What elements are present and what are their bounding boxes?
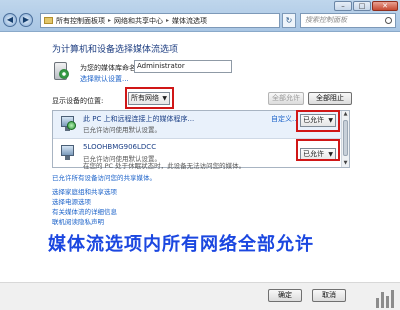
forward-button[interactable]: ▶ bbox=[19, 13, 33, 27]
highlight-box bbox=[296, 110, 340, 132]
allow-all-button[interactable]: 全部允许 bbox=[268, 92, 304, 105]
title-address-bar: – □ ✕ ◀ ▶ 所有控制面板项 ▸ 网络和共享中心 ▸ 媒体流选项 ↻ 搜索… bbox=[0, 0, 400, 32]
watermark-logo bbox=[374, 288, 396, 308]
breadcrumb-separator: ▸ bbox=[108, 17, 112, 24]
highlight-box bbox=[125, 87, 174, 109]
device-sleep-note: 在您的 PC 处于休眠状态时，此设备无法访问您的媒体。 bbox=[83, 162, 246, 170]
address-bar[interactable]: 所有控制面板项 ▸ 网络和共享中心 ▸ 媒体流选项 bbox=[40, 13, 280, 28]
related-links: 选择家庭组和共享选项 选择电源选项 有关媒体流的详细信息 联机阅读隐私声明 bbox=[52, 187, 117, 227]
library-name-field[interactable]: Administrator bbox=[134, 60, 232, 73]
search-icon bbox=[385, 17, 392, 24]
device-name: 5LOOHBMG906LDCC bbox=[83, 143, 157, 151]
overlay-caption: 媒体流选项内所有网络全部允许 bbox=[48, 234, 314, 255]
scrollbar-thumb[interactable] bbox=[343, 120, 348, 156]
scroll-up-icon[interactable]: ▲ bbox=[342, 111, 349, 118]
maximize-button[interactable]: □ bbox=[353, 1, 371, 11]
breadcrumb-separator: ▸ bbox=[166, 17, 170, 24]
window-controls: – □ ✕ bbox=[333, 1, 398, 11]
search-input[interactable]: 搜索控制面板 bbox=[300, 13, 396, 28]
power-options-link[interactable]: 选择电源选项 bbox=[52, 197, 117, 207]
breadcrumb-network-center[interactable]: 网络和共享中心 bbox=[114, 16, 163, 26]
highlight-box bbox=[296, 139, 340, 161]
media-streaming-info-link[interactable]: 有关媒体流的详细信息 bbox=[52, 207, 117, 217]
page-title: 为计算机和设备选择媒体流选项 bbox=[52, 45, 179, 55]
computer-icon bbox=[61, 145, 76, 162]
scrollbar[interactable]: ▲ ▼ bbox=[341, 111, 349, 167]
minimize-button[interactable]: – bbox=[334, 1, 352, 11]
ok-button[interactable]: 确定 bbox=[268, 289, 302, 302]
privacy-statement-link[interactable]: 联机阅读隐私声明 bbox=[52, 217, 117, 227]
block-all-button[interactable]: 全部阻止 bbox=[308, 92, 352, 105]
breadcrumb-all-items[interactable]: 所有控制面板项 bbox=[56, 16, 105, 26]
library-name-label: 为您的媒体库命名: bbox=[80, 64, 139, 72]
media-library-icon bbox=[52, 60, 70, 82]
control-panel-icon bbox=[44, 17, 53, 24]
close-button[interactable]: ✕ bbox=[372, 1, 398, 11]
media-device-icon bbox=[61, 116, 76, 133]
back-button[interactable]: ◀ bbox=[3, 13, 17, 27]
device-status: 已允许访问使用默认设置。 bbox=[83, 126, 161, 134]
search-placeholder: 搜索控制面板 bbox=[305, 16, 347, 24]
control-panel-window: – □ ✕ ◀ ▶ 所有控制面板项 ▸ 网络和共享中心 ▸ 媒体流选项 ↻ 搜索… bbox=[0, 0, 400, 310]
breadcrumb-media-streaming[interactable]: 媒体流选项 bbox=[172, 16, 207, 26]
choose-defaults-link[interactable]: 选择默认设置... bbox=[80, 74, 129, 84]
nav-buttons: ◀ ▶ bbox=[3, 13, 35, 27]
all-allowed-note: 已允许所有设备访问您的共享媒体。 bbox=[52, 174, 156, 182]
cancel-button[interactable]: 取消 bbox=[312, 289, 346, 302]
device-name: 此 PC 上和远程连接上的媒体程序... bbox=[83, 115, 195, 123]
scroll-down-icon[interactable]: ▼ bbox=[342, 160, 349, 167]
show-devices-label: 显示设备的位置: bbox=[52, 97, 104, 105]
homegroup-sharing-link[interactable]: 选择家庭组和共享选项 bbox=[52, 187, 117, 197]
customize-link[interactable]: 自定义... bbox=[271, 114, 299, 124]
refresh-icon[interactable]: ↻ bbox=[282, 13, 296, 28]
